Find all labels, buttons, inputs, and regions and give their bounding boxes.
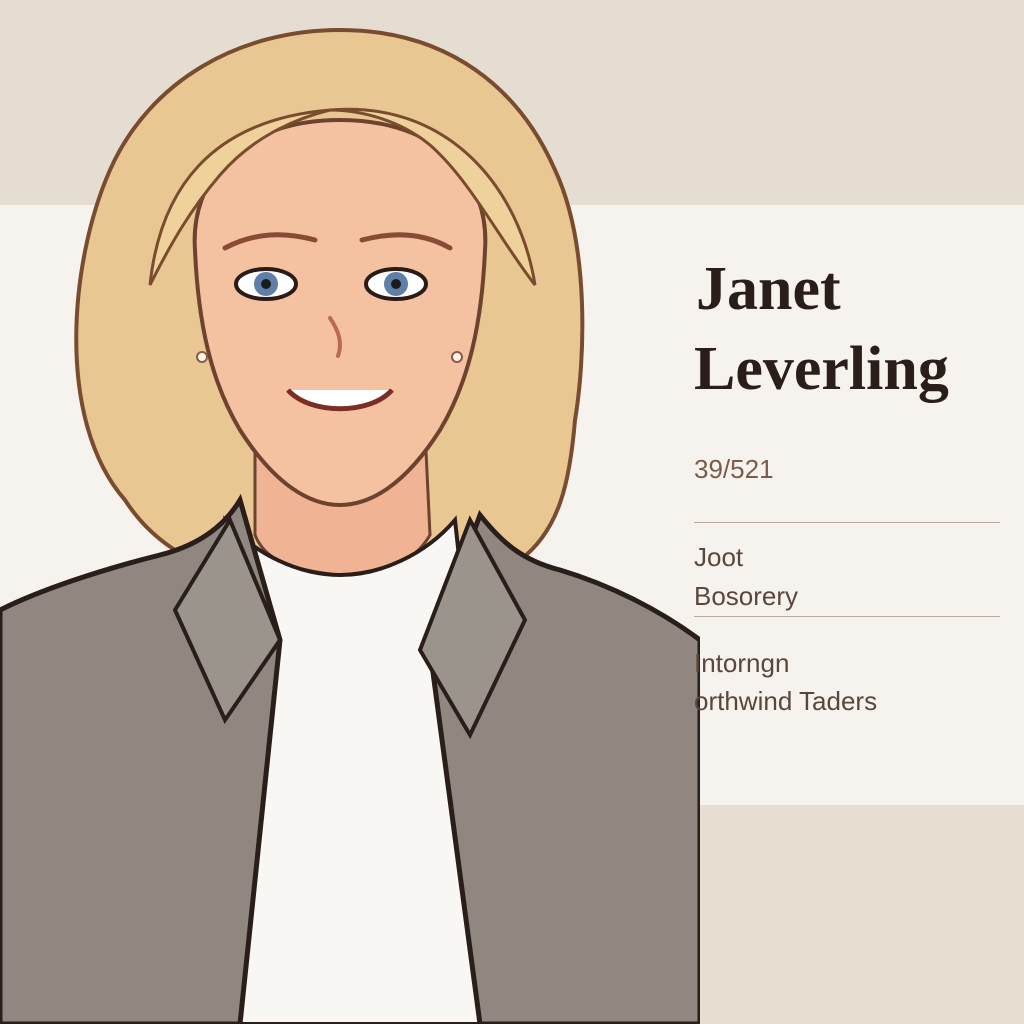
profile-stat: 39/521 [694, 454, 774, 484]
last-name: Leverling [694, 335, 949, 403]
portrait-illustration [0, 27, 700, 1024]
first-name: Janet [696, 255, 841, 323]
meta-line-1: Joot [694, 542, 744, 572]
meta-line-4: orthwind Taders [694, 686, 878, 716]
meta-line-2: Bosorery [694, 581, 799, 611]
divider-1 [694, 522, 1000, 523]
divider-2 [694, 616, 1000, 617]
meta-line-3: Intorngn [694, 648, 790, 678]
